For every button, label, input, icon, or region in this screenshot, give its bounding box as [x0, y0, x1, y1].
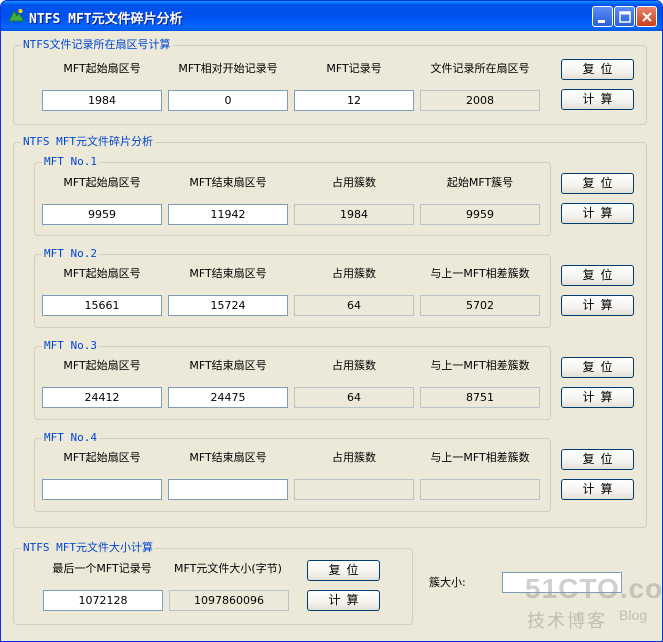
record-sector-output [420, 90, 540, 111]
mft3-clusters-label: 占用簇数 [332, 359, 376, 372]
mft3-end-label: MFT结束扇区号 [189, 359, 267, 372]
record-number-input[interactable] [294, 90, 414, 111]
mft4-start-label: MFT起始扇区号 [63, 451, 141, 464]
mft3-clusters-output [294, 387, 414, 408]
mft-no3-group: MFT No.3 [34, 339, 551, 420]
mft-no3-legend: MFT No.3 [42, 339, 99, 353]
mft-no2-legend: MFT No.2 [42, 247, 99, 261]
mft-no4-legend: MFT No.4 [42, 431, 99, 445]
mft2-clusters-label: 占用簇数 [332, 267, 376, 280]
mft4-end-label: MFT结束扇区号 [189, 451, 267, 464]
sector-start-label: MFT起始扇区号 [63, 62, 141, 75]
main-window: NTFS MFT元文件碎片分析 NTFS文件记录所在扇区号计算 MFT起始扇区号… [0, 0, 663, 642]
mft3-diff-label: 与上一MFT相差簇数 [430, 359, 530, 372]
cluster-size-label: 簇大小: [429, 576, 466, 589]
mft4-reset-button[interactable]: 复位 [561, 449, 634, 470]
mft4-start-input[interactable] [42, 479, 162, 500]
mft1-start-cluster-label: 起始MFT簇号 [446, 176, 514, 189]
mft1-start-cluster-output [420, 204, 540, 225]
size-calc-legend: NTFS MFT元文件大小计算 [21, 541, 155, 555]
mft3-reset-button[interactable]: 复位 [561, 357, 634, 378]
mft3-start-input[interactable] [42, 387, 162, 408]
mft4-clusters-output [294, 479, 414, 500]
mft1-start-input[interactable] [42, 204, 162, 225]
app-icon [8, 9, 25, 22]
sector-start-input[interactable] [42, 90, 162, 111]
minimize-button[interactable] [592, 6, 613, 27]
window-title: NTFS MFT元文件碎片分析 [29, 12, 183, 27]
mft2-start-label: MFT起始扇区号 [63, 267, 141, 280]
mft1-clusters-output [294, 204, 414, 225]
mft1-end-label: MFT结束扇区号 [189, 176, 267, 189]
mft4-calc-button[interactable]: 计算 [561, 479, 634, 500]
mft2-calc-button[interactable]: 计算 [561, 295, 634, 316]
mft-no1-legend: MFT No.1 [42, 155, 99, 169]
maximize-icon [619, 11, 631, 23]
mft3-end-input[interactable] [168, 387, 288, 408]
fragment-legend: NTFS MFT元文件碎片分析 [21, 135, 155, 149]
close-button[interactable] [636, 6, 657, 27]
sector-calc-group: NTFS文件记录所在扇区号计算 [13, 38, 647, 125]
mft4-end-input[interactable] [168, 479, 288, 500]
size-reset-button[interactable]: 复位 [307, 560, 380, 581]
mft4-clusters-label: 占用簇数 [332, 451, 376, 464]
mft2-diff-label: 与上一MFT相差簇数 [430, 267, 530, 280]
size-calc-button[interactable]: 计算 [307, 590, 380, 611]
minimize-icon [598, 20, 605, 23]
mft4-diff-output [420, 479, 540, 500]
mft-no4-group: MFT No.4 [34, 431, 551, 512]
relative-record-label: MFT相对开始记录号 [178, 62, 278, 75]
sector-reset-button[interactable]: 复位 [561, 59, 634, 80]
mft3-diff-output [420, 387, 540, 408]
record-number-label: MFT记录号 [326, 62, 382, 75]
mft2-end-input[interactable] [168, 295, 288, 316]
mft2-start-input[interactable] [42, 295, 162, 316]
mft2-clusters-output [294, 295, 414, 316]
sector-calc-legend: NTFS文件记录所在扇区号计算 [21, 38, 173, 52]
mft-size-output [169, 590, 289, 611]
mft2-end-label: MFT结束扇区号 [189, 267, 267, 280]
maximize-button[interactable] [614, 6, 635, 27]
title-bar[interactable]: NTFS MFT元文件碎片分析 [1, 1, 662, 31]
mft-no2-group: MFT No.2 [34, 247, 551, 328]
last-record-label: 最后一个MFT记录号 [52, 562, 152, 575]
mft4-diff-label: 与上一MFT相差簇数 [430, 451, 530, 464]
mft1-reset-button[interactable]: 复位 [561, 173, 634, 194]
mft1-clusters-label: 占用簇数 [332, 176, 376, 189]
last-record-input[interactable] [43, 590, 163, 611]
sector-calc-button[interactable]: 计算 [561, 89, 634, 110]
mft1-calc-button[interactable]: 计算 [561, 203, 634, 224]
mft1-start-label: MFT起始扇区号 [63, 176, 141, 189]
mft3-start-label: MFT起始扇区号 [63, 359, 141, 372]
relative-record-input[interactable] [168, 90, 288, 111]
mft2-diff-output [420, 295, 540, 316]
mft1-end-input[interactable] [168, 204, 288, 225]
mft-size-label: MFT元文件大小(字节) [174, 562, 282, 575]
close-icon [642, 12, 652, 22]
mft3-calc-button[interactable]: 计算 [561, 387, 634, 408]
record-sector-label: 文件记录所在扇区号 [430, 62, 530, 75]
client-area: NTFS文件记录所在扇区号计算 MFT起始扇区号 MFT相对开始记录号 MFT记… [4, 31, 659, 640]
mft2-reset-button[interactable]: 复位 [561, 265, 634, 286]
cluster-size-input[interactable] [502, 572, 622, 593]
